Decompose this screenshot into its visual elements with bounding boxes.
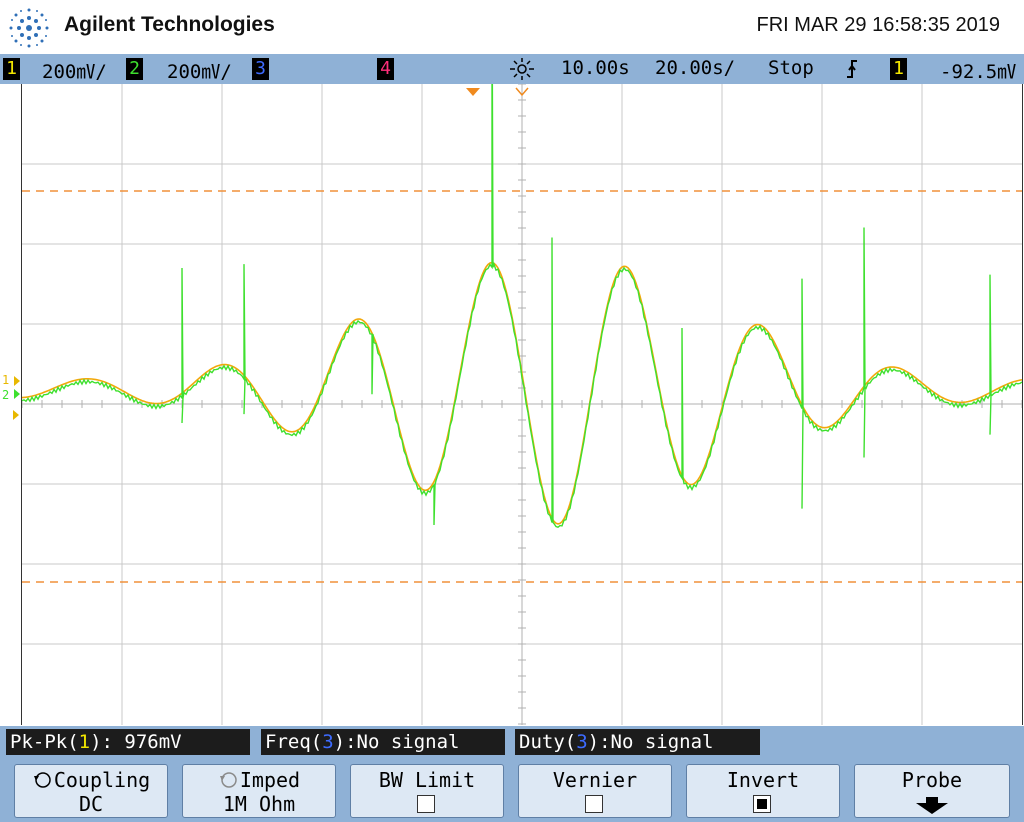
channel-1-scale[interactable]: 200㎷/ bbox=[42, 57, 107, 84]
imped-softkey[interactable]: Imped 1M Ohm bbox=[182, 764, 336, 818]
title-bar: Agilent Technologies FRI MAR 29 16:58:35… bbox=[0, 0, 1024, 54]
run-state[interactable]: Stop bbox=[768, 57, 814, 79]
agilent-spark-logo bbox=[9, 8, 49, 48]
submenu-arrow-icon bbox=[916, 797, 948, 814]
channel-3-badge[interactable]: 3 bbox=[252, 58, 269, 80]
channel-2-scale[interactable]: 200㎷/ bbox=[167, 57, 232, 84]
invert-checkbox[interactable] bbox=[753, 795, 771, 813]
measurement-pkpk[interactable]: Pk-Pk(1): 976mV bbox=[6, 729, 250, 755]
horizontal-delay-icon bbox=[510, 58, 534, 80]
waveform-plot bbox=[22, 84, 1022, 725]
rotate-knob-icon bbox=[33, 772, 51, 788]
vernier-softkey[interactable]: Vernier bbox=[518, 764, 672, 818]
brand-name: Agilent Technologies bbox=[64, 13, 275, 36]
graticule bbox=[22, 84, 1022, 725]
rotate-knob-icon bbox=[219, 772, 237, 788]
channel-1-ground-marker[interactable]: 1 bbox=[2, 373, 9, 387]
channel-2-badge[interactable]: 2 bbox=[126, 58, 143, 80]
trigger-position-marker[interactable] bbox=[466, 88, 480, 96]
measurement-duty[interactable]: Duty(3):No signal bbox=[515, 729, 760, 755]
date-time: FRI MAR 29 16:58:35 2019 bbox=[756, 14, 1000, 36]
trigger-level-marker[interactable] bbox=[13, 410, 19, 420]
coupling-value: DC bbox=[78, 792, 104, 816]
probe-softkey[interactable]: Probe bbox=[854, 764, 1010, 818]
bw-limit-checkbox[interactable] bbox=[417, 795, 435, 813]
softkey-bar: Coupling DC Imped 1M Ohm BW Limit Vernie… bbox=[0, 759, 1024, 822]
imped-value: 1M Ohm bbox=[222, 792, 296, 816]
channel-4-badge[interactable]: 4 bbox=[377, 58, 394, 80]
measurement-bar: Pk-Pk(1): 976mV Freq(3):No signal Duty(3… bbox=[0, 726, 1024, 759]
trigger-level[interactable]: -92.5㎷ bbox=[940, 57, 1016, 84]
channel-2-ground-marker[interactable]: 2 bbox=[2, 388, 9, 402]
horizontal-delay[interactable]: 10.00s bbox=[561, 57, 630, 79]
vernier-checkbox[interactable] bbox=[585, 795, 603, 813]
channel-ground-markers: 1 2 bbox=[2, 373, 20, 420]
bw-limit-softkey[interactable]: BW Limit bbox=[350, 764, 504, 818]
invert-softkey[interactable]: Invert bbox=[686, 764, 840, 818]
trigger-source-badge[interactable]: 1 bbox=[890, 58, 907, 80]
timebase[interactable]: 20.00s/ bbox=[655, 57, 735, 79]
status-bar: 1 200㎷/ 2 200㎷/ 3 4 10.00s 20.00s/ Stop … bbox=[0, 54, 1024, 84]
measurement-freq[interactable]: Freq(3):No signal bbox=[261, 729, 505, 755]
channel-1-badge[interactable]: 1 bbox=[3, 58, 20, 80]
waveform-display[interactable] bbox=[21, 84, 1023, 725]
coupling-softkey[interactable]: Coupling DC bbox=[14, 764, 168, 818]
rising-edge-icon bbox=[847, 60, 857, 78]
